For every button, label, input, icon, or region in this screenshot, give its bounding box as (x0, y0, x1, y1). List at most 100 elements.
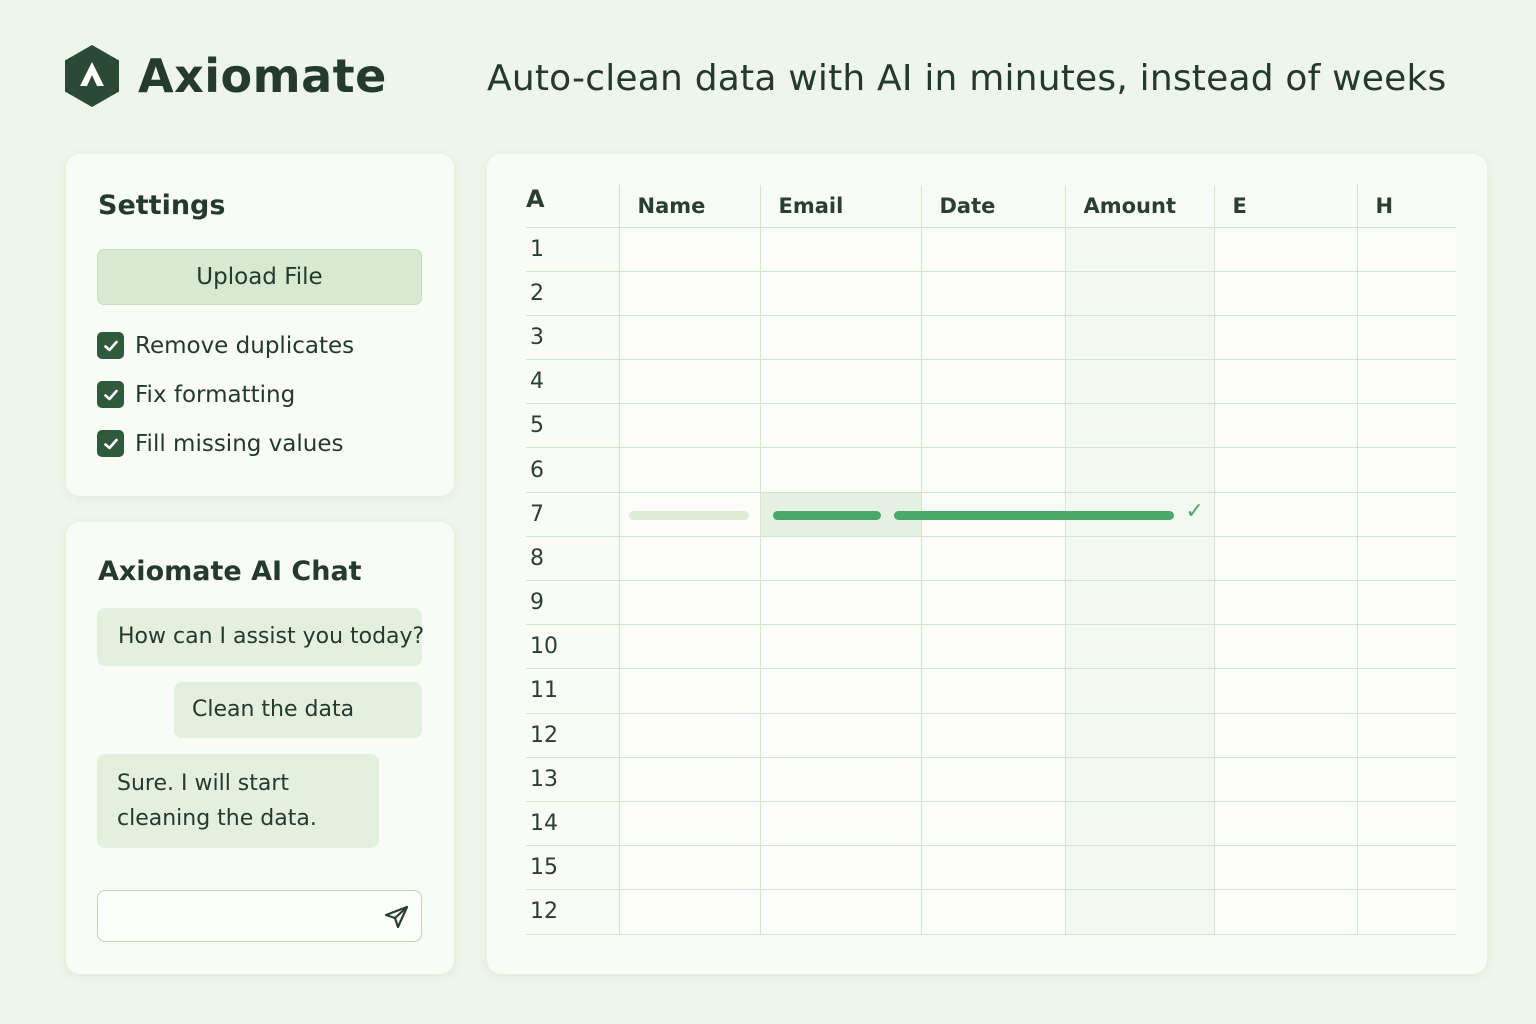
grid-cell[interactable] (1064, 889, 1214, 935)
column-header-e[interactable]: E (1213, 185, 1357, 228)
grid-cell[interactable] (618, 889, 760, 935)
checkbox-checked-icon[interactable] (97, 430, 124, 457)
grid-cell[interactable] (1213, 845, 1357, 891)
option-fix-formatting[interactable]: Fix formatting (97, 381, 295, 408)
grid-cell[interactable] (1356, 536, 1456, 582)
grid-cell[interactable] (618, 624, 760, 670)
column-header-amount[interactable]: Amount (1064, 185, 1214, 228)
grid-cell[interactable] (920, 845, 1065, 891)
grid-cell[interactable] (1064, 447, 1214, 493)
grid-cell[interactable] (759, 447, 921, 493)
grid-cell[interactable] (1356, 359, 1456, 405)
grid-cell[interactable] (618, 359, 760, 405)
grid-cell[interactable] (920, 271, 1065, 316)
grid-cell[interactable] (1213, 713, 1357, 758)
grid-cell[interactable] (759, 536, 921, 582)
column-header-email[interactable]: Email (759, 185, 921, 228)
grid-cell[interactable] (759, 227, 921, 272)
grid-cell[interactable] (759, 845, 921, 891)
grid-cell[interactable] (1356, 271, 1456, 316)
grid-cell[interactable] (618, 580, 760, 626)
grid-cell[interactable] (1356, 845, 1456, 891)
grid-cell[interactable] (1213, 668, 1357, 714)
grid-cell[interactable] (618, 403, 760, 449)
grid-cell[interactable] (1064, 757, 1214, 802)
grid-cell[interactable] (618, 447, 760, 493)
grid-cell[interactable] (920, 757, 1065, 802)
grid-cell[interactable] (618, 492, 760, 537)
grid-cell[interactable] (1064, 801, 1214, 847)
grid-cell[interactable] (1064, 580, 1214, 626)
grid-cell[interactable] (759, 889, 921, 935)
grid-cell[interactable] (1356, 492, 1456, 537)
grid-cell[interactable] (618, 315, 760, 361)
grid-cell[interactable] (920, 801, 1065, 847)
grid-cell[interactable] (1356, 580, 1456, 626)
grid-cell[interactable] (1064, 403, 1214, 449)
grid-cell[interactable] (1356, 713, 1456, 758)
chat-input[interactable] (98, 891, 368, 941)
grid-cell[interactable] (1213, 315, 1357, 361)
grid-cell[interactable] (759, 801, 921, 847)
grid-cell[interactable] (618, 227, 760, 272)
upload-file-button[interactable]: Upload File (97, 249, 422, 305)
grid-cell[interactable] (920, 403, 1065, 449)
grid-cell[interactable] (759, 580, 921, 626)
grid-cell[interactable] (920, 713, 1065, 758)
column-header-h[interactable]: H (1356, 185, 1456, 228)
grid-cell[interactable] (1356, 227, 1456, 272)
grid-cell[interactable] (1356, 668, 1456, 714)
grid-cell[interactable] (1356, 889, 1456, 935)
grid-cell[interactable] (1356, 315, 1456, 361)
grid-cell[interactable] (1064, 271, 1214, 316)
grid-cell[interactable] (759, 359, 921, 405)
grid-cell[interactable] (618, 668, 760, 714)
grid-cell[interactable] (618, 801, 760, 847)
grid-cell[interactable] (1356, 624, 1456, 670)
grid-cell[interactable] (1064, 315, 1214, 361)
column-header-name[interactable]: Name (618, 185, 760, 228)
grid-cell[interactable] (759, 271, 921, 316)
grid-cell[interactable] (618, 845, 760, 891)
grid-cell[interactable] (618, 757, 760, 802)
send-button[interactable] (383, 903, 411, 931)
grid-cell[interactable] (1213, 403, 1357, 449)
grid-cell[interactable] (618, 271, 760, 316)
grid-cell[interactable] (1064, 845, 1214, 891)
grid-cell[interactable] (920, 359, 1065, 405)
grid-cell[interactable] (1213, 271, 1357, 316)
grid-cell[interactable] (759, 713, 921, 758)
option-remove-duplicates[interactable]: Remove duplicates (97, 332, 354, 359)
grid-cell[interactable] (1213, 580, 1357, 626)
grid-cell[interactable] (920, 536, 1065, 582)
grid-cell[interactable] (920, 624, 1065, 670)
grid-cell[interactable] (1356, 801, 1456, 847)
grid-cell[interactable] (1213, 889, 1357, 935)
grid-cell[interactable] (893, 492, 1174, 537)
grid-cell[interactable] (920, 227, 1065, 272)
checkbox-checked-icon[interactable] (97, 332, 124, 359)
grid-cell[interactable] (1213, 801, 1357, 847)
grid-cell[interactable] (920, 889, 1065, 935)
grid-cell[interactable] (1064, 624, 1214, 670)
grid-cell[interactable] (1064, 668, 1214, 714)
grid-cell[interactable] (1213, 757, 1357, 802)
grid-cell[interactable] (1064, 536, 1214, 582)
grid-cell[interactable] (1213, 492, 1357, 537)
grid-cell[interactable] (1356, 447, 1456, 493)
grid-cell[interactable] (1213, 447, 1357, 493)
grid-cell[interactable] (1213, 227, 1357, 272)
grid-cell[interactable] (920, 668, 1065, 714)
grid-cell[interactable] (618, 536, 760, 582)
grid-cell[interactable] (920, 447, 1065, 493)
column-header-date[interactable]: Date (920, 185, 1065, 228)
grid-cell[interactable] (618, 713, 760, 758)
grid-cell[interactable] (759, 403, 921, 449)
grid-cell[interactable] (759, 668, 921, 714)
grid-cell[interactable] (920, 315, 1065, 361)
grid-cell[interactable] (1213, 359, 1357, 405)
grid-cell[interactable] (920, 580, 1065, 626)
grid-cell[interactable] (1356, 757, 1456, 802)
grid-cell[interactable] (1213, 624, 1357, 670)
checkbox-checked-icon[interactable] (97, 381, 124, 408)
